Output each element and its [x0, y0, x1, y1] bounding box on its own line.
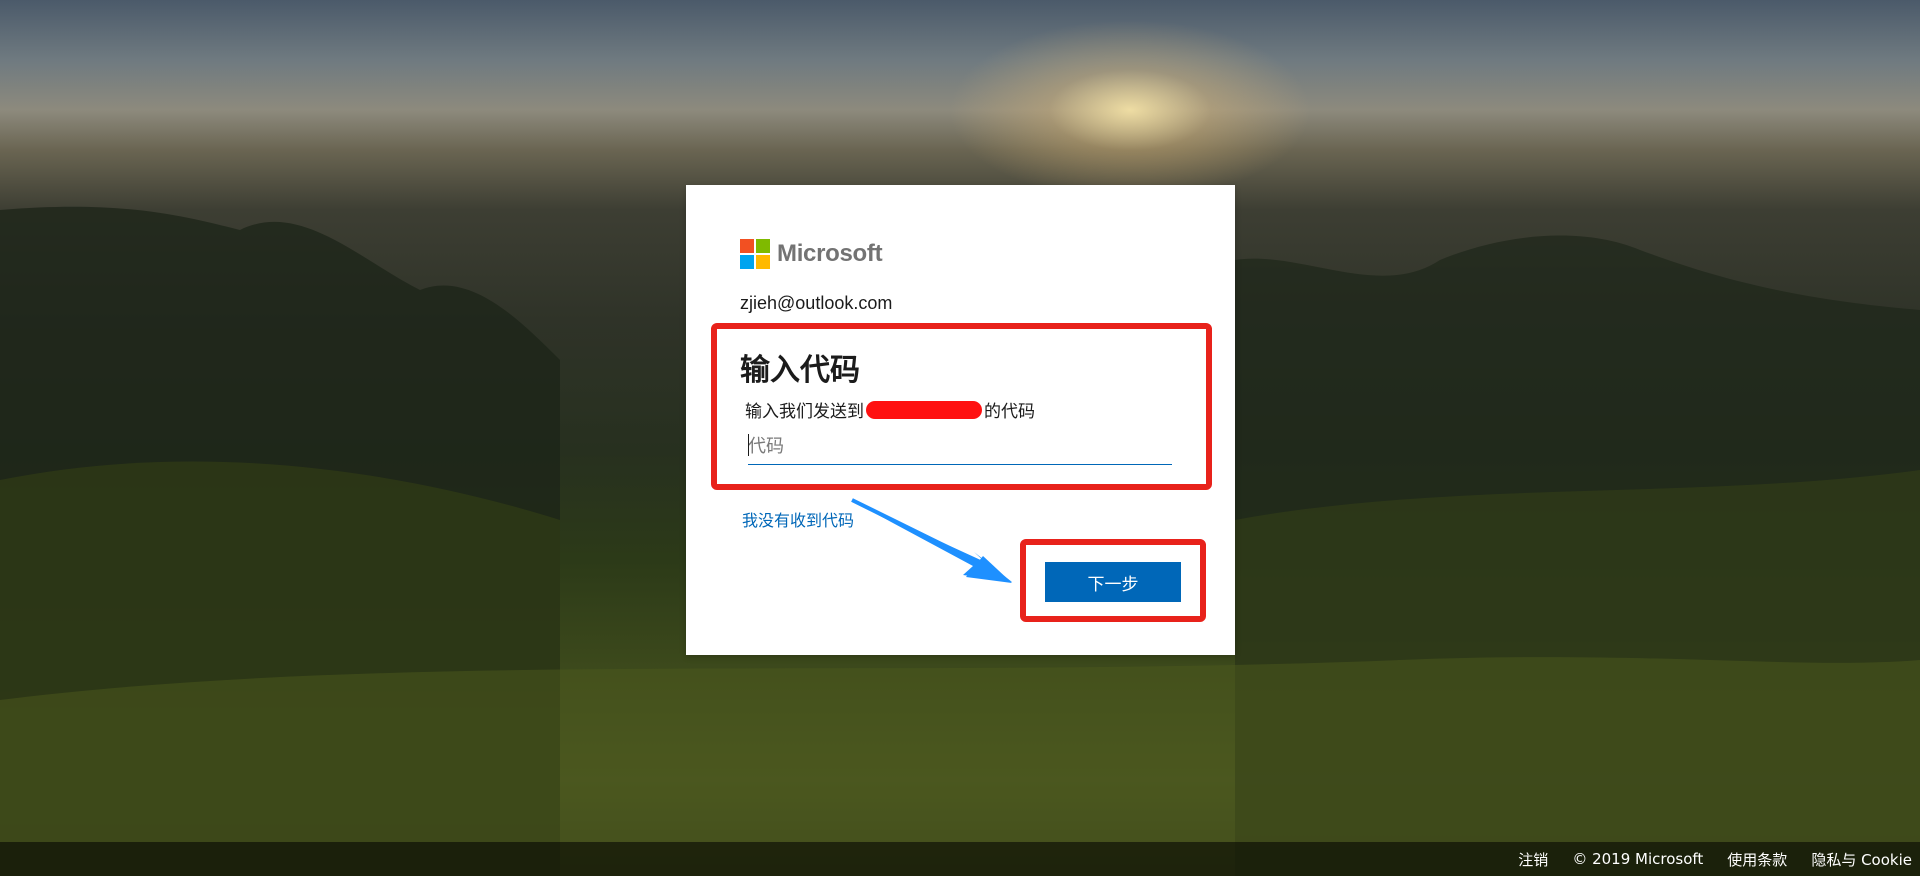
account-identity[interactable]: zjieh@outlook.com — [740, 293, 892, 314]
page-footer: 注销 © 2019 Microsoft 使用条款 隐私与 Cookie — [0, 842, 1920, 876]
next-button-highlight — [1020, 539, 1206, 622]
code-section-highlight — [711, 323, 1212, 490]
sign-out-link[interactable]: 注销 — [1518, 849, 1548, 870]
terms-link[interactable]: 使用条款 — [1727, 849, 1787, 870]
privacy-link[interactable]: 隐私与 Cookie — [1811, 849, 1912, 870]
microsoft-squares-icon — [740, 239, 770, 269]
no-code-link[interactable]: 我没有收到代码 — [742, 507, 854, 531]
microsoft-wordmark: Microsoft — [777, 240, 883, 267]
copyright-text: © 2019 Microsoft — [1572, 850, 1704, 868]
footer-links: 注销 © 2019 Microsoft 使用条款 隐私与 Cookie — [1494, 842, 1912, 876]
microsoft-logo: Microsoft — [740, 239, 883, 269]
